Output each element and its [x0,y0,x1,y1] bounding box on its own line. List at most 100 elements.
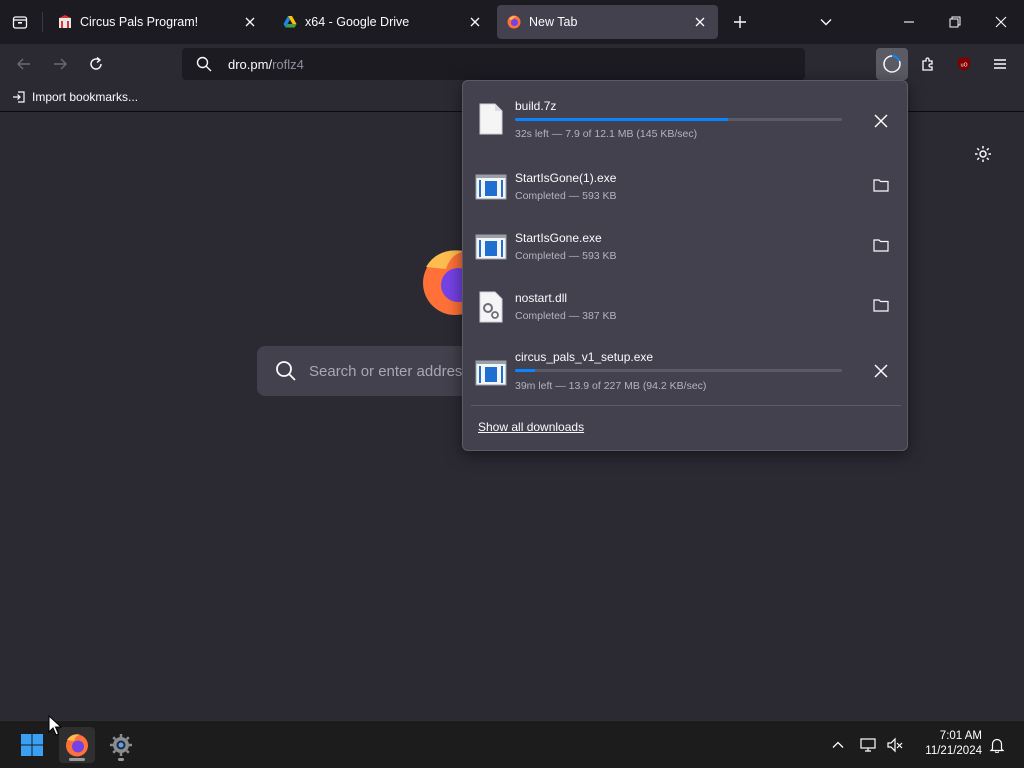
forward-button[interactable] [48,52,72,76]
progress-fill [515,369,535,372]
chevron-down-icon [820,19,832,26]
downloads-button[interactable] [876,48,908,80]
plus-icon [734,16,746,28]
url-path: roflz4 [272,56,304,72]
progress-fill [515,118,728,121]
show-all-downloads-button[interactable]: Show all downloads [478,420,584,434]
close-icon [470,17,480,27]
download-item[interactable]: build.7z 32s left — 7.9 of 12.1 MB (145 … [463,89,907,149]
open-containing-folder-button[interactable] [867,171,895,199]
tab-title: Circus Pals Program! [80,15,199,29]
gear-icon [975,146,991,162]
firefox-view-button[interactable] [0,0,40,44]
generic-file-icon [475,103,507,135]
notifications-button[interactable] [986,735,1008,755]
taskbar-settings[interactable] [103,727,139,763]
show-hidden-icons-button[interactable] [828,735,848,755]
import-bookmarks-button[interactable]: Import bookmarks... [12,90,138,104]
download-filename: nostart.dll [515,291,568,305]
exe-file-icon [475,357,507,389]
network-status-button[interactable] [858,735,880,755]
network-icon [860,738,876,752]
download-filename: StartIsGone(1).exe [515,171,617,185]
volume-button[interactable] [884,735,906,755]
puzzle-icon [922,57,933,71]
folder-icon [873,299,889,312]
download-filename: circus_pals_v1_setup.exe [515,350,654,364]
restore-button[interactable] [942,10,968,34]
folder-icon [873,179,889,192]
close-icon [874,364,888,378]
search-icon [276,361,296,381]
customize-new-tab-button[interactable] [972,143,994,165]
windows-taskbar: 7:01 AM 11/21/2024 [0,720,1024,768]
download-item[interactable]: circus_pals_v1_setup.exe 39m left — 13.9… [463,341,907,401]
close-window-button[interactable] [988,10,1014,34]
search-icon [196,56,212,72]
taskbar-firefox[interactable] [59,727,95,763]
close-tab-button[interactable] [242,14,258,30]
reload-icon [90,56,102,70]
dll-file-icon [475,291,507,323]
download-item[interactable]: nostart.dll Completed — 387 KB [463,281,907,341]
bell-icon [989,738,1005,753]
url-bar[interactable]: dro.pm/roflz4 [182,48,805,80]
close-tab-button[interactable] [467,14,483,30]
close-icon [245,17,255,27]
back-button[interactable] [12,52,36,76]
mouse-cursor-icon [48,715,62,736]
tab-title: x64 - Google Drive [305,15,410,29]
minimize-button[interactable] [896,10,922,34]
circus-icon [58,15,72,29]
close-tab-button[interactable] [692,14,708,30]
cancel-download-button[interactable] [867,107,895,135]
clock-date: 11/21/2024 [925,745,982,757]
search-placeholder: Search or enter address [309,362,470,380]
ublock-icon: uO [958,57,970,71]
start-button[interactable] [14,727,50,763]
cancel-download-button[interactable] [867,357,895,385]
restore-icon [949,16,961,28]
close-icon [874,114,888,128]
running-indicator [118,758,124,761]
system-clock[interactable]: 7:01 AM 11/21/2024 [912,729,982,759]
list-all-tabs-button[interactable] [814,10,838,34]
google-drive-icon [283,15,297,29]
open-containing-folder-button[interactable] [867,291,895,319]
tab-strip: Circus Pals Program! x64 - Google Drive … [0,0,1024,44]
new-tab-button[interactable] [728,10,752,34]
arrow-right-icon [54,58,67,70]
tab-google-drive[interactable]: x64 - Google Drive [273,5,493,39]
hamburger-menu-icon [994,59,1006,69]
navigation-toolbar: dro.pm/roflz4 uO [0,44,1024,84]
downloads-panel: build.7z 32s left — 7.9 of 12.1 MB (145 … [462,80,908,451]
exe-file-icon [475,231,507,263]
windows-logo-icon [21,734,43,756]
app-menu-button[interactable] [988,52,1012,76]
download-item[interactable]: StartIsGone(1).exe Completed — 593 KB [463,161,907,221]
download-status: Completed — 387 KB [515,310,617,322]
folder-icon [873,239,889,252]
url-domain: dro.pm/ [228,56,273,72]
extensions-button[interactable] [916,52,940,76]
download-progress-bar [515,118,842,121]
firefox-icon [507,15,521,29]
tab-circus-pals[interactable]: Circus Pals Program! [48,5,268,39]
download-progress-icon [883,54,901,73]
open-containing-folder-button[interactable] [867,231,895,259]
volume-muted-icon [887,737,903,753]
close-icon [695,17,705,27]
download-item[interactable]: StartIsGone.exe Completed — 593 KB [463,221,907,281]
reload-button[interactable] [84,52,108,76]
running-indicator [69,758,85,761]
import-bookmarks-label: Import bookmarks... [32,90,139,104]
download-progress-bar [515,369,842,372]
tab-new-tab[interactable]: New Tab [497,5,718,39]
arrow-left-icon [17,58,30,70]
import-icon [13,91,25,103]
ublock-origin-button[interactable]: uO [952,52,976,76]
tab-separator [42,12,43,32]
download-filename: build.7z [515,99,557,113]
download-filename: StartIsGone.exe [515,231,602,245]
settings-app-icon [110,734,132,756]
